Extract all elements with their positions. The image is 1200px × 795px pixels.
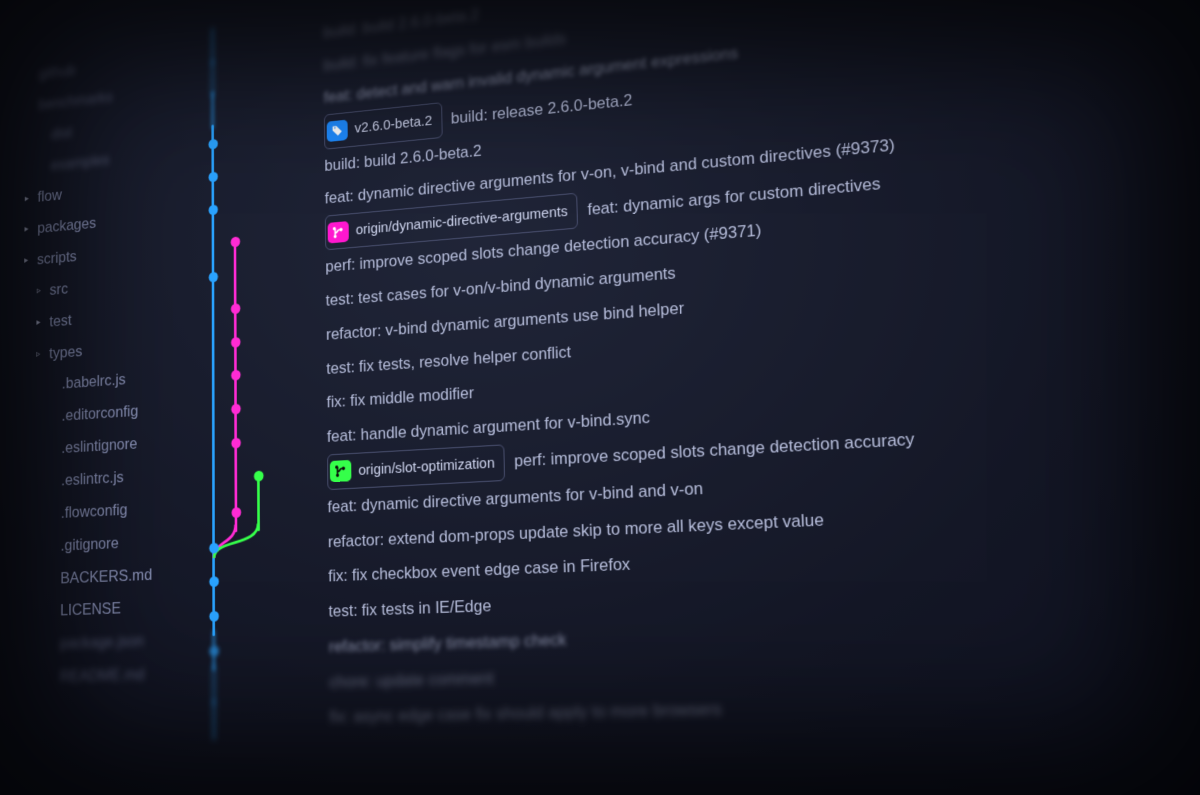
commit-graph-lane <box>197 491 319 530</box>
file-tree-label: README.md <box>60 658 145 694</box>
file-tree-label: scripts <box>37 241 77 276</box>
file-tree-label: .eslintignore <box>61 428 137 465</box>
chevron-right-icon: ▸ <box>25 189 33 208</box>
file-tree-item[interactable]: package.json <box>15 623 191 662</box>
file-tree-item[interactable]: README.md <box>15 657 192 695</box>
file-tree-label: examples <box>51 144 110 181</box>
commit-dot <box>231 404 240 415</box>
chevron-right-icon <box>26 106 34 107</box>
commit-graph-lane <box>197 666 320 702</box>
commit-dot <box>209 542 219 553</box>
commit-graph-lane <box>197 456 319 495</box>
file-tree-label: packages <box>37 208 96 245</box>
commit-dot <box>230 236 239 247</box>
commit-dot <box>209 576 219 587</box>
file-tree-label: dist <box>51 117 72 150</box>
file-tree-label: types <box>49 336 82 370</box>
chevron-right-icon: ▹ <box>36 345 44 364</box>
chevron-right-icon: ▹ <box>37 282 45 301</box>
commit-dot <box>208 172 217 183</box>
chevron-right-icon: ▸ <box>24 252 32 271</box>
branch-icon <box>328 221 349 243</box>
chevron-right-icon: ▸ <box>36 313 44 332</box>
file-tree-label: .babelrc.js <box>62 364 126 401</box>
commit-graph-lane <box>197 526 319 564</box>
tag-label: origin/slot-optimization <box>358 447 495 485</box>
commit-dot <box>230 303 239 314</box>
commit-dot <box>231 437 241 448</box>
commit-dot <box>209 611 219 622</box>
file-tree-label: .editorconfig <box>61 396 138 433</box>
tag-icon <box>327 119 348 142</box>
chevron-right-icon <box>26 75 34 76</box>
branch-icon <box>330 460 352 482</box>
commit-graph-lane <box>197 561 320 599</box>
commit-dot <box>208 139 217 150</box>
commit-dot <box>231 337 240 348</box>
commit-dot <box>209 645 219 656</box>
file-tree-label: .eslintrc.js <box>61 461 124 497</box>
commit-message: chore: update comment <box>329 660 494 700</box>
chevron-right-icon <box>49 417 57 418</box>
commit-dot <box>231 370 240 381</box>
commit-dot <box>208 205 217 216</box>
chevron-right-icon <box>49 385 57 386</box>
commit-graph-lane <box>197 421 319 461</box>
tag-label: v2.6.0-beta.2 <box>354 106 432 143</box>
commit-message: fix: async edge case fix should apply to… <box>329 691 722 735</box>
commit-graph: build: build 2.6.0-beta.2build: fix feat… <box>196 0 1200 738</box>
file-tree-label: src <box>49 273 68 306</box>
commit-graph-lane <box>197 595 320 632</box>
commit-dot <box>231 507 241 518</box>
commit-graph-lane <box>197 701 321 737</box>
commit-dot <box>208 272 217 283</box>
chevron-right-icon: ▸ <box>24 220 32 239</box>
file-tree-label: flow <box>37 180 62 213</box>
file-tree-label: package.json <box>60 625 144 661</box>
file-tree-label: LICENSE <box>60 593 121 628</box>
chevron-right-icon <box>38 135 46 136</box>
chevron-right-icon <box>38 166 46 167</box>
commit-dot <box>254 471 264 482</box>
file-tree-label: .gitignore <box>61 527 119 562</box>
file-tree-label: test <box>49 305 71 338</box>
file-tree-sidebar: githubbenchmarksdistexamples▸flow▸packag… <box>3 23 197 741</box>
file-tree-label: github <box>39 55 76 90</box>
commit-message: test: fix tests in IE/Edge <box>328 588 491 629</box>
commit-graph-lane <box>197 630 320 667</box>
file-tree-label: BACKERS.md <box>60 558 152 595</box>
file-tree-label: .flowconfig <box>61 494 128 530</box>
